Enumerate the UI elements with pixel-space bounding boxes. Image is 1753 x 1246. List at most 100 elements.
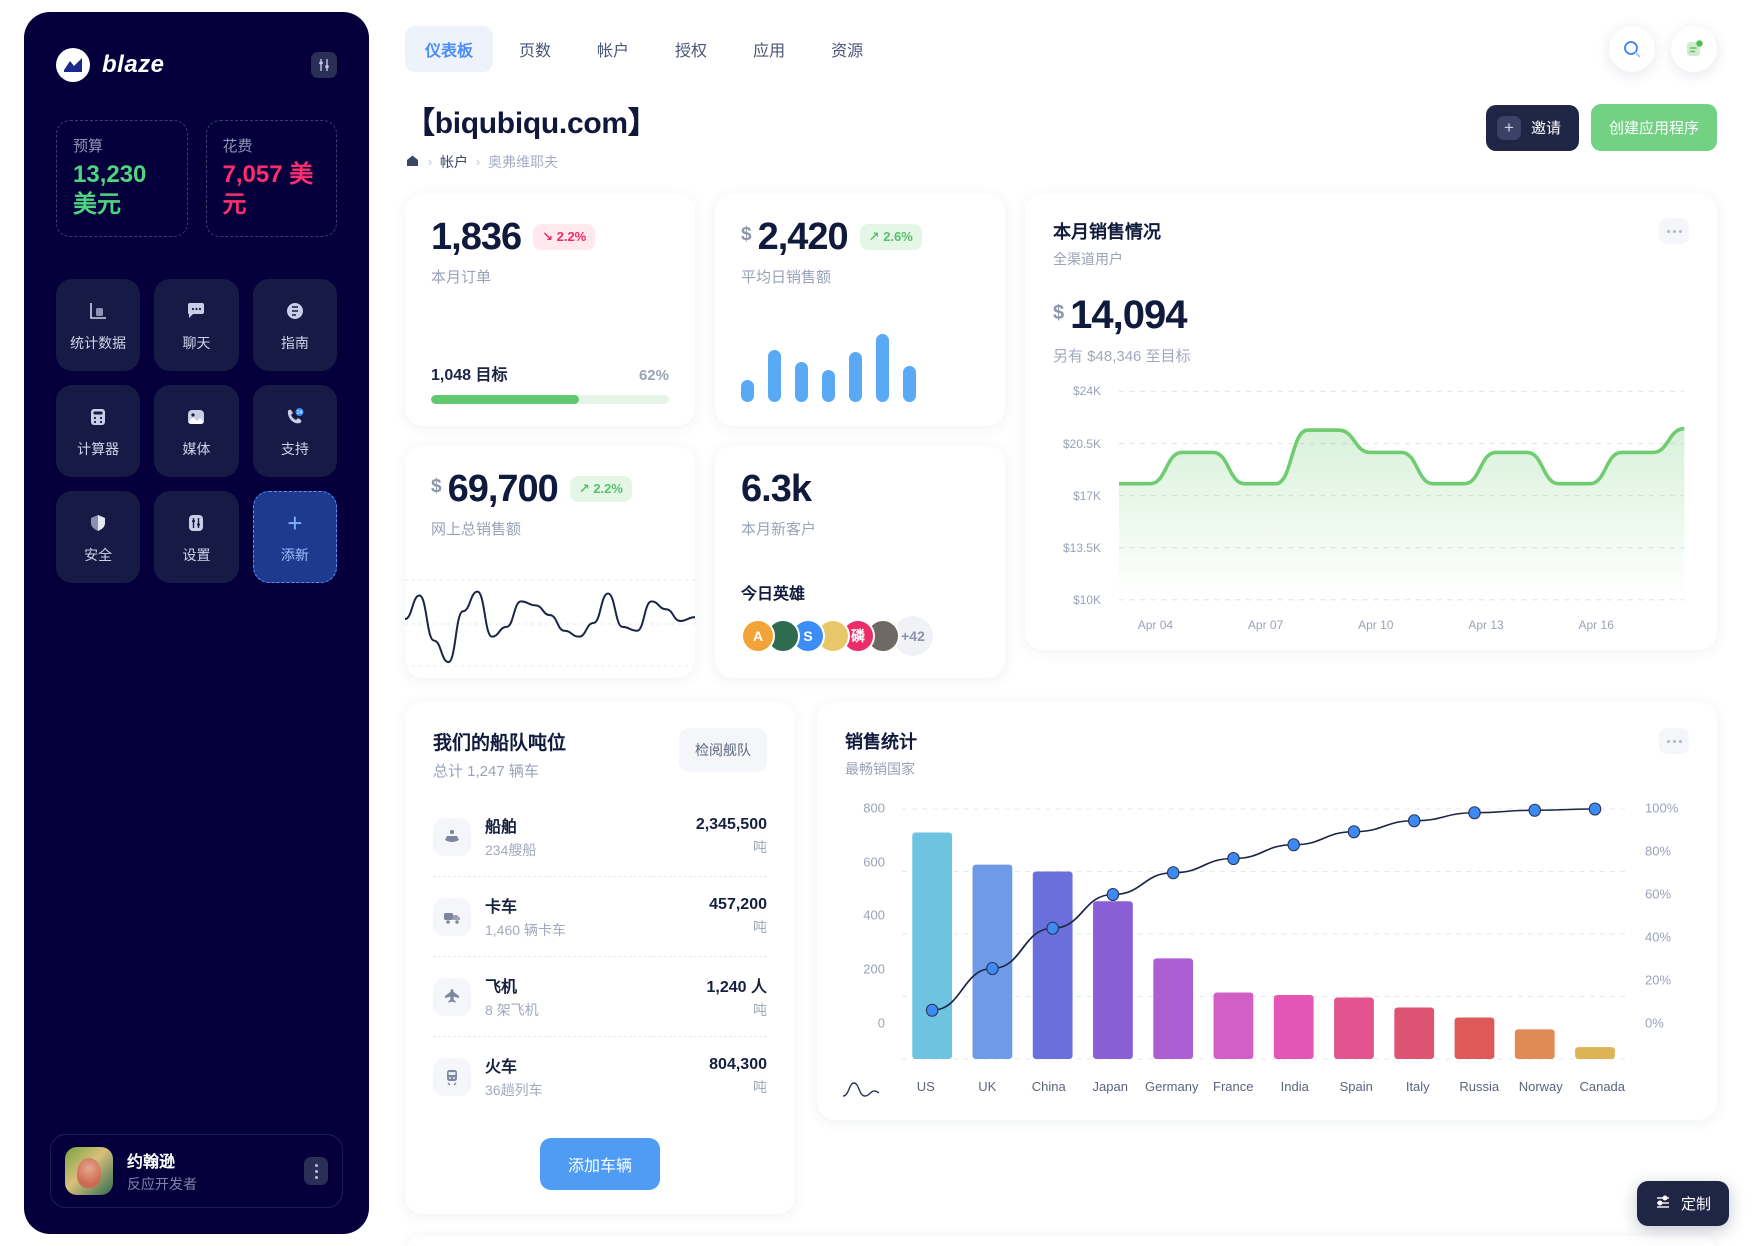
online-currency: $	[431, 476, 442, 497]
kpi-card-online-total[interactable]: $ 69,700 ↗ 2.2% 网上总销售额	[405, 446, 695, 678]
create-app-button[interactable]: 创建应用程序	[1590, 104, 1717, 151]
sidebar-item-guide[interactable]: 指南	[252, 279, 337, 371]
sidebar-item-calculator[interactable]: 计算器	[56, 385, 141, 477]
tab-authorization[interactable]: 授权	[655, 26, 727, 72]
plus-icon: +	[1496, 115, 1521, 140]
airplane-icon	[433, 977, 471, 1016]
cumulative-point[interactable]	[1166, 866, 1180, 880]
tab-accounts[interactable]: 帐户	[577, 26, 649, 72]
breadcrumb-segment[interactable]: 帐户	[440, 152, 468, 172]
cumulative-point[interactable]	[1528, 803, 1542, 817]
settings-sliders-icon	[183, 510, 209, 536]
online-sales-sparkline	[405, 579, 695, 667]
cumulative-point[interactable]	[1287, 838, 1300, 852]
pareto-bar[interactable]	[972, 864, 1013, 1059]
main-content: 仪表板 页数 帐户 授权 应用 资源 【biqubiqu.com】 › 帐户 ›…	[369, 0, 1753, 1246]
add-vehicle-button[interactable]: 添加车辆	[539, 1138, 660, 1190]
cumulative-point[interactable]	[986, 962, 999, 975]
sidebar-item-media[interactable]: 媒体	[154, 385, 239, 477]
fleet-row-unit: 吨	[753, 1002, 767, 1018]
tab-resources[interactable]: 资源	[811, 26, 883, 72]
heroes-avatar-stack[interactable]: A S 磷 +42	[741, 616, 979, 656]
cumulative-point[interactable]	[1347, 825, 1361, 839]
budget-card[interactable]: 预算 13,230 美元	[56, 120, 188, 237]
sidebar-item-label: 设置	[182, 546, 211, 563]
brand[interactable]: blaze	[56, 48, 165, 82]
pareto-bar[interactable]	[1213, 992, 1254, 1059]
sidebar-item-settings[interactable]: 设置	[154, 491, 239, 583]
pareto-bar[interactable]	[1514, 1029, 1555, 1059]
pareto-bar[interactable]	[1273, 994, 1314, 1059]
x-tick-label: Italy	[1405, 1079, 1430, 1094]
x-tick-label: Apr 16	[1578, 618, 1614, 632]
footer-strip	[369, 1214, 1753, 1246]
fleet-row-name: 火车	[485, 1059, 518, 1076]
pareto-bar[interactable]	[1093, 901, 1133, 1059]
tab-dashboard[interactable]: 仪表板	[405, 26, 494, 72]
newcust-label: 本月新客户	[741, 521, 817, 538]
fleet-row-text: 飞机 8 架飞机	[485, 973, 539, 1020]
sidebar-item-label: 添新	[280, 546, 309, 563]
note-document-icon[interactable]	[1671, 26, 1717, 72]
fleet-title: 我们的船队吨位	[433, 733, 567, 754]
search-icon[interactable]	[1609, 26, 1655, 72]
kpi-card-avg-daily[interactable]: $ 2,420 ↗ 2.6% 平均日销售额	[715, 194, 1005, 426]
title-block: 【biqubiqu.com】 › 帐户 › 奥弗维耶夫	[405, 98, 658, 172]
invite-button[interactable]: + 邀请	[1485, 104, 1579, 151]
fleet-row[interactable]: 卡车 1,460 辆卡车 457,200 吨	[433, 877, 767, 957]
sidebar-item-stats[interactable]: 统计数据	[56, 279, 141, 371]
fleet-row[interactable]: 火车 36趟列车 804,300 吨	[433, 1037, 767, 1116]
cumulative-point[interactable]	[1106, 888, 1120, 901]
more-horizontal-icon[interactable]	[1659, 728, 1689, 754]
avatar	[65, 1147, 113, 1195]
cumulative-point[interactable]	[1227, 852, 1240, 865]
cumulative-point[interactable]	[1407, 814, 1421, 828]
right-tick-label: 40%	[1645, 929, 1672, 945]
sidebar-item-security[interactable]: 安全	[56, 491, 141, 583]
x-tick-label: Norway	[1518, 1079, 1563, 1094]
pareto-bar[interactable]	[1454, 1017, 1495, 1059]
pareto-bar[interactable]	[912, 832, 953, 1059]
sidebar-item-add-new[interactable]: + 添新	[252, 491, 337, 583]
header-actions: + 邀请 创建应用程序	[1485, 104, 1717, 151]
cumulative-point[interactable]	[1468, 806, 1481, 820]
cumulative-point[interactable]	[925, 1003, 939, 1017]
truck-icon	[433, 897, 471, 936]
x-tick-label: Russia	[1459, 1079, 1500, 1094]
sidebar-item-support[interactable]: 24 支持	[252, 385, 337, 477]
fleet-row[interactable]: 船舶 234艘船 2,345,500 吨	[433, 797, 767, 877]
sliders-icon[interactable]	[311, 52, 337, 78]
home-icon[interactable]	[405, 153, 420, 171]
sidebar-item-chat[interactable]: 聊天	[154, 279, 239, 371]
tab-pages[interactable]: 页数	[499, 26, 571, 72]
hero-avatar[interactable]: A	[741, 619, 775, 653]
x-tick-label: UK	[978, 1079, 997, 1094]
sidebar-profile[interactable]: 约翰逊 反应开发者	[50, 1134, 343, 1208]
customize-button[interactable]: 定制	[1636, 1181, 1729, 1226]
kpi-card-new-customers[interactable]: 6.3k 本月新客户 今日英雄 A S 磷 +42	[715, 446, 1005, 678]
review-fleet-button[interactable]: 检阅舰队	[679, 728, 767, 772]
fleet-row[interactable]: 飞机 8 架飞机 1,240 人吨	[433, 957, 767, 1037]
fleet-row-text: 火车 36趟列车	[485, 1053, 543, 1100]
more-vertical-icon[interactable]	[304, 1157, 328, 1185]
more-horizontal-icon[interactable]	[1659, 218, 1689, 244]
shield-icon	[85, 510, 111, 536]
sidebar-item-label: 指南	[280, 334, 309, 351]
fleet-row-unit: 吨	[753, 1079, 767, 1095]
fleet-row-meta: 8 架飞机	[485, 1002, 539, 1018]
wave-legend-icon[interactable]	[841, 1078, 881, 1105]
pareto-bar[interactable]	[1153, 958, 1194, 1059]
minibar	[849, 352, 862, 402]
avg-currency: $	[741, 224, 752, 245]
pareto-bar[interactable]	[1394, 1007, 1435, 1059]
pareto-bar[interactable]	[1334, 997, 1374, 1059]
tab-apps[interactable]: 应用	[733, 26, 805, 72]
spend-card[interactable]: 花费 7,057 美元	[205, 120, 337, 237]
kpi-card-orders[interactable]: 1,836 ↘ 2.2% 本月订单 1,048 目标 62%	[405, 194, 695, 426]
y-tick-label: 200	[863, 961, 885, 977]
cumulative-point[interactable]	[1046, 921, 1059, 935]
sidebar-item-label: 聊天	[182, 334, 211, 351]
pareto-bar[interactable]	[1032, 871, 1073, 1060]
pareto-bar[interactable]	[1575, 1047, 1615, 1059]
cumulative-point[interactable]	[1588, 802, 1602, 816]
